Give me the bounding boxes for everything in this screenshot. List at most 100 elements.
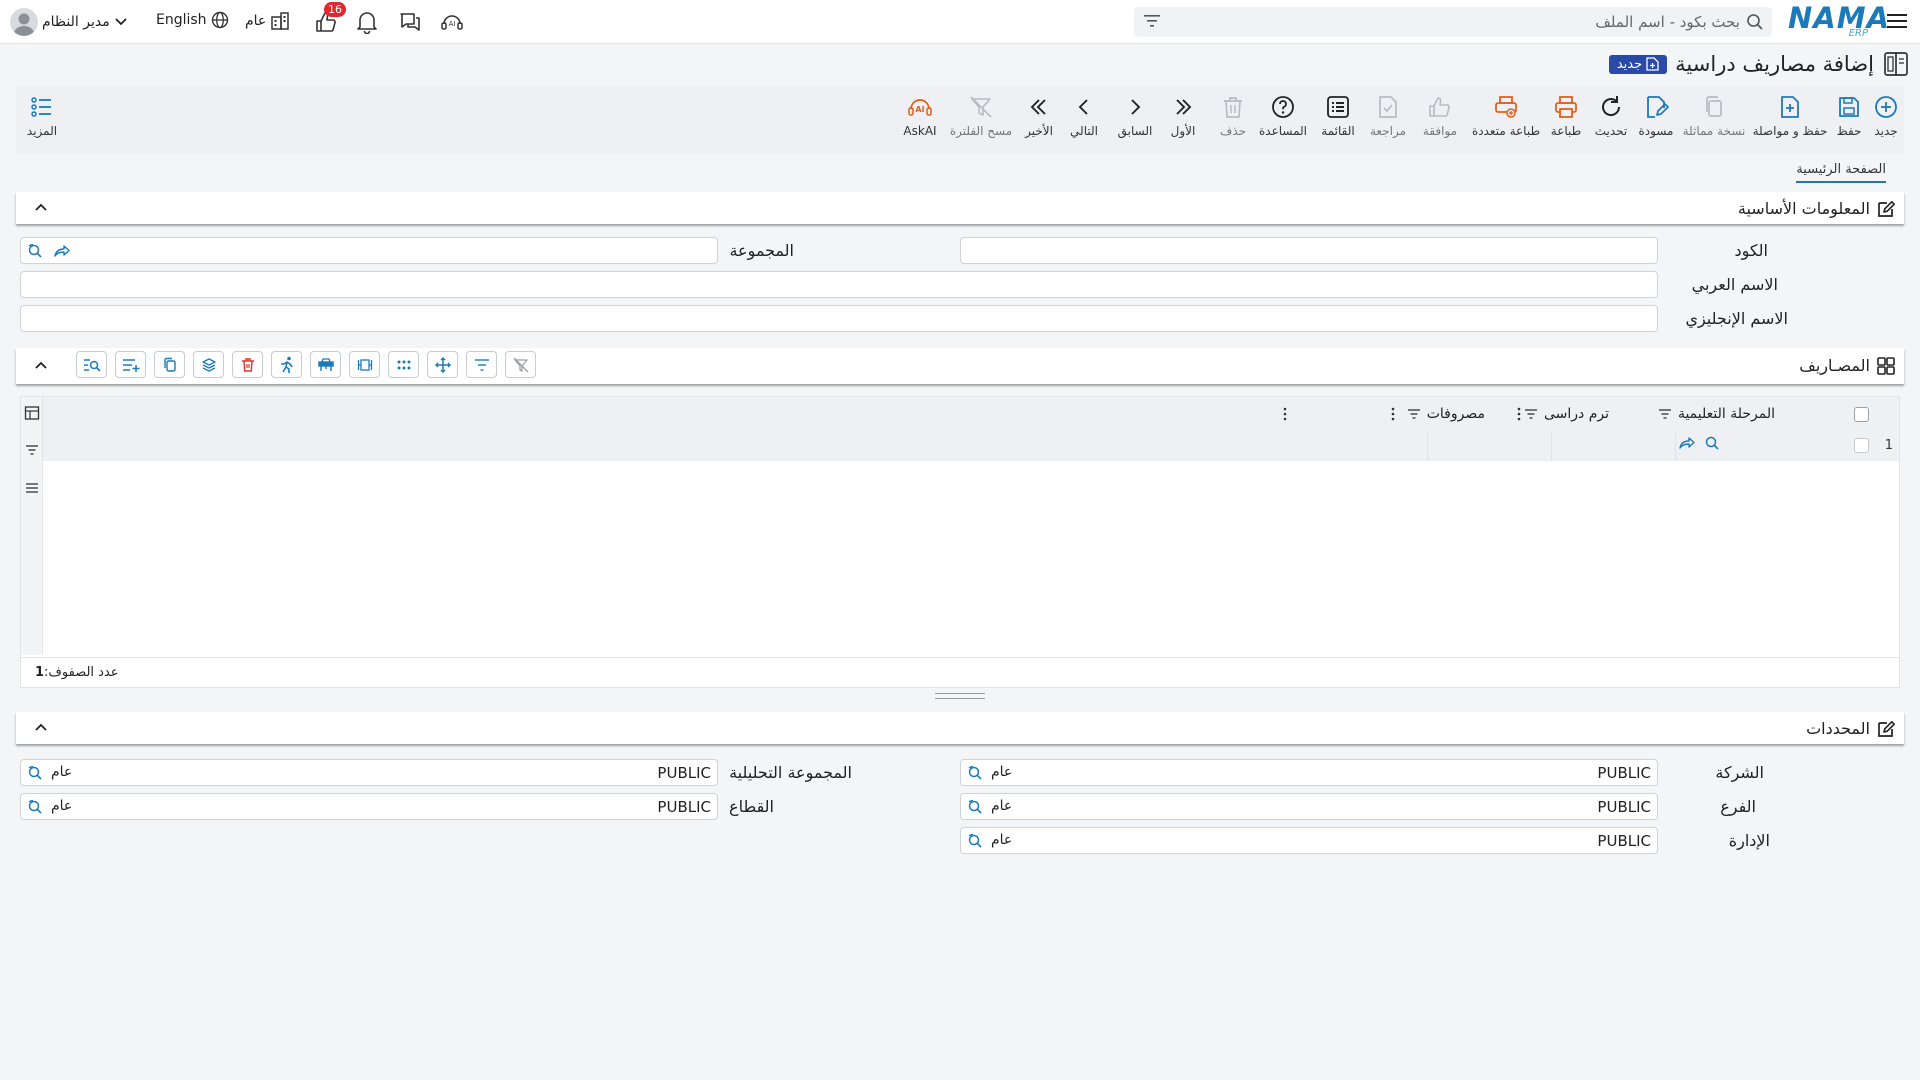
branch-value: PUBLIC — [1597, 798, 1651, 816]
column-filter-icon[interactable] — [1407, 408, 1421, 420]
askai-button[interactable]: AI AskAI — [900, 94, 940, 138]
dimensions-section-header[interactable]: المحددات — [16, 712, 1904, 744]
open-link-icon[interactable] — [53, 243, 71, 259]
stage-cell[interactable] — [1675, 431, 1839, 461]
next-record-button[interactable]: التالي — [1066, 94, 1102, 138]
arabic-name-field[interactable] — [20, 271, 1658, 298]
column-filter-icon[interactable] — [1524, 408, 1538, 420]
chat-icon[interactable] — [398, 10, 422, 34]
lookup-search-icon[interactable] — [27, 243, 43, 259]
column-menu-icon[interactable] — [1517, 407, 1521, 421]
column-header-stage[interactable]: المرحلة التعليمية — [1658, 406, 1775, 422]
page-tabs: الصفحة الرئيسية — [16, 156, 1904, 188]
search-input[interactable] — [1220, 10, 1740, 34]
chevron-up-icon[interactable] — [34, 200, 48, 214]
column-header-fees[interactable]: مصروفات — [1407, 406, 1485, 422]
print-button[interactable]: طباعة — [1548, 94, 1584, 138]
bell-icon[interactable] — [356, 10, 378, 34]
lookup-search-icon[interactable] — [27, 765, 43, 781]
review-button[interactable]: مراجعة — [1366, 94, 1410, 138]
delete-row-icon[interactable] — [232, 351, 263, 378]
column-menu-icon[interactable] — [1391, 407, 1395, 421]
filter-rows-icon[interactable] — [466, 351, 497, 378]
sector-field[interactable]: PUBLIC عام — [20, 793, 718, 820]
multi-printer-icon — [1495, 96, 1517, 118]
clear-grid-filter-icon[interactable] — [505, 351, 536, 378]
department-value: PUBLIC — [1597, 832, 1651, 850]
fees-cell[interactable] — [1427, 431, 1551, 461]
duplicate-label: نسخة مماثلة — [1682, 124, 1746, 138]
company-value: PUBLIC — [1597, 764, 1651, 782]
previous-record-button[interactable]: السابق — [1114, 94, 1156, 138]
tab-main[interactable]: الصفحة الرئيسية — [1796, 162, 1886, 183]
grid-search-icon[interactable] — [76, 351, 107, 378]
copy-row-icon[interactable] — [154, 351, 185, 378]
chevron-up-icon[interactable] — [34, 720, 48, 734]
department-label: الإدارة — [1728, 831, 1770, 850]
delete-button[interactable]: حذف — [1216, 94, 1250, 138]
action-toolbar: جديد حفظ حفظ و مواصلة نسخة مماثلة مسودة … — [16, 86, 1904, 154]
columns-panel-icon[interactable] — [24, 405, 40, 421]
grid-dots-icon[interactable] — [388, 351, 419, 378]
column-menu-icon[interactable] — [1283, 407, 1287, 421]
department-field[interactable]: PUBLIC عام — [960, 827, 1658, 854]
list-label: القائمة — [1321, 124, 1355, 138]
last-record-button[interactable]: الأخير — [1022, 94, 1056, 138]
filters-panel-icon[interactable] — [25, 443, 39, 457]
open-link-icon[interactable] — [1678, 435, 1696, 451]
more-button[interactable]: المزيد — [22, 94, 62, 138]
expenses-section-header[interactable]: المصـاريف — [16, 348, 1904, 384]
multi-print-button[interactable]: طباعة متعددة — [1470, 94, 1542, 138]
save-button[interactable]: حفظ — [1834, 94, 1864, 138]
table-row[interactable]: 1 — [43, 431, 1899, 461]
list-button[interactable]: القائمة — [1316, 94, 1360, 138]
column-header-term[interactable]: ترم دراسى — [1524, 406, 1609, 422]
ai-assistant-icon[interactable]: AI — [440, 10, 464, 34]
group-field[interactable] — [20, 237, 718, 264]
analytic-group-field[interactable]: PUBLIC عام — [20, 759, 718, 786]
user-menu[interactable]: مدير النظام — [10, 6, 128, 38]
resize-handle[interactable] — [935, 693, 985, 699]
layers-icon[interactable] — [193, 351, 224, 378]
search-icon[interactable] — [1746, 13, 1764, 31]
sector-tag: عام — [51, 798, 73, 814]
branch-field[interactable]: PUBLIC عام — [960, 793, 1658, 820]
nama-logo[interactable]: NAMA ERP — [1788, 3, 1889, 39]
move-icon[interactable] — [427, 351, 458, 378]
menu-panel-icon[interactable] — [25, 481, 39, 495]
code-field[interactable] — [960, 237, 1658, 264]
chevron-up-icon[interactable] — [34, 358, 48, 372]
english-name-field[interactable] — [20, 305, 1658, 332]
approvals-icon[interactable]: 16 — [314, 2, 346, 34]
fit-columns-icon[interactable] — [349, 351, 380, 378]
term-cell[interactable] — [1551, 431, 1675, 461]
clear-filter-button[interactable]: مسح الفلترة — [948, 94, 1014, 138]
lookup-search-icon[interactable] — [967, 799, 983, 815]
language-switcher[interactable]: English — [156, 11, 229, 29]
run-icon[interactable] — [271, 351, 302, 378]
refresh-button[interactable]: تحديث — [1592, 94, 1630, 138]
table-settings-icon[interactable] — [310, 351, 341, 378]
branch-selector[interactable]: عام — [245, 11, 290, 31]
first-record-button[interactable]: الأول — [1166, 94, 1200, 138]
lookup-search-icon[interactable] — [967, 833, 983, 849]
select-all-checkbox[interactable] — [1854, 407, 1869, 422]
save-continue-button[interactable]: حفظ و مواصلة — [1752, 94, 1828, 138]
duplicate-button[interactable]: نسخة مماثلة — [1682, 94, 1746, 138]
approve-button[interactable]: موافقة — [1416, 94, 1464, 138]
lookup-search-icon[interactable] — [27, 799, 43, 815]
company-field[interactable]: PUBLIC عام — [960, 759, 1658, 786]
logo-subtext: ERP — [1848, 28, 1868, 39]
help-button[interactable]: المساعدة — [1256, 94, 1310, 138]
draft-button[interactable]: مسودة — [1636, 94, 1676, 138]
lookup-search-icon[interactable] — [967, 765, 983, 781]
column-filter-icon[interactable] — [1658, 408, 1672, 420]
add-row-icon[interactable] — [115, 351, 146, 378]
filter-icon[interactable] — [1144, 14, 1160, 28]
basic-info-section-header[interactable]: المعلومات الأساسية — [16, 192, 1904, 224]
english-name-label: الاسم الإنجليزي — [1685, 309, 1788, 328]
row-checkbox[interactable] — [1854, 438, 1869, 453]
chevron-right-icon — [1131, 99, 1141, 115]
new-button[interactable]: جديد — [1868, 94, 1904, 138]
lookup-search-icon[interactable] — [1704, 435, 1720, 451]
